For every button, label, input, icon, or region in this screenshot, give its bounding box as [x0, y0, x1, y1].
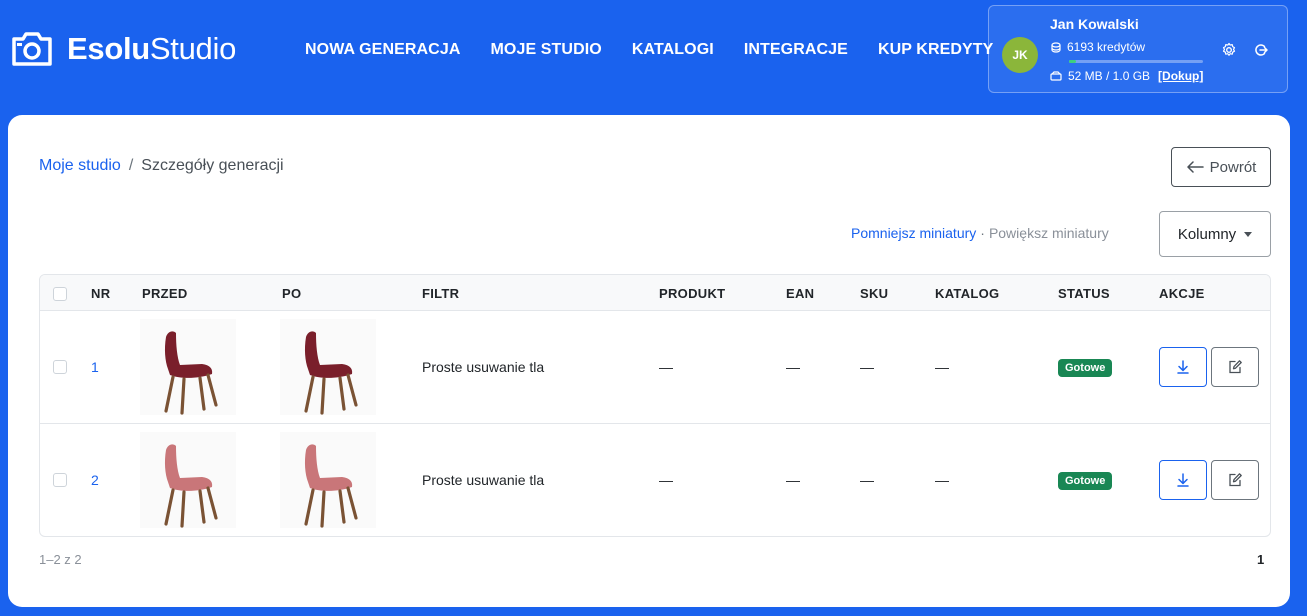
brand-name: EsoluStudio: [67, 31, 237, 66]
brand-logo[interactable]: EsoluStudio: [11, 31, 236, 67]
storage-progress-fill: [1069, 60, 1076, 63]
sku-cell: —: [860, 359, 874, 375]
header-nr[interactable]: NR: [91, 286, 110, 301]
row-checkbox[interactable]: [53, 360, 67, 374]
row-number[interactable]: 2: [91, 472, 99, 488]
status-badge: Gotowe: [1058, 359, 1113, 377]
after-thumbnail[interactable]: [280, 432, 376, 528]
coins-icon: [1051, 41, 1061, 53]
header-actions: AKCJE: [1159, 286, 1205, 301]
header-filter[interactable]: FILTR: [422, 286, 459, 301]
select-all-checkbox[interactable]: [53, 287, 67, 301]
columns-dropdown[interactable]: Kolumny: [1159, 211, 1271, 257]
header-catalog[interactable]: KATALOG: [935, 286, 999, 301]
edit-icon: [1229, 473, 1242, 487]
header-after: PO: [282, 286, 302, 301]
generation-table: NR PRZED PO FILTR PRODUKT EAN SKU KATALO…: [39, 274, 1271, 537]
storage-info: 52 MB / 1.0 GB [Dokup]: [1050, 69, 1203, 83]
credits-info: 6193 kredytów: [1050, 40, 1145, 54]
product-cell: —: [659, 359, 673, 375]
back-button[interactable]: Powrót: [1171, 147, 1271, 187]
after-thumbnail[interactable]: [280, 319, 376, 415]
storage-label: 52 MB / 1.0 GB: [1068, 69, 1151, 83]
chair-image: [164, 444, 218, 528]
camera-icon: [12, 32, 52, 66]
status-badge: Gotowe: [1058, 472, 1113, 490]
thumbnails-larger-link[interactable]: Powiększ miniatury: [989, 225, 1109, 241]
credits-label: 6193 kredytów: [1067, 40, 1146, 54]
breadcrumb: Moje studio / Szczegóły generacji: [39, 157, 284, 175]
before-thumbnail[interactable]: [140, 432, 236, 528]
ean-cell: —: [786, 359, 800, 375]
caret-down-icon: [1244, 231, 1253, 237]
storage-progress: [1069, 60, 1203, 63]
nav-catalogs[interactable]: KATALOGI: [632, 40, 714, 60]
table-row: 2 Proste usuwanie tla — — — — Gotowe: [40, 424, 1270, 536]
user-card: JK Jan Kowalski 6193 kredytów 52 MB / 1.…: [988, 5, 1288, 93]
arrow-left-icon: [1186, 161, 1204, 173]
chair-image: [304, 444, 358, 528]
back-label: Powrót: [1209, 158, 1257, 176]
header-sku[interactable]: SKU: [860, 286, 888, 301]
edit-icon: [1229, 360, 1242, 374]
download-button[interactable]: [1159, 460, 1207, 500]
product-cell: —: [659, 472, 673, 488]
catalog-cell: —: [935, 472, 949, 488]
edit-button[interactable]: [1211, 347, 1259, 387]
filter-cell: Proste usuwanie tla: [422, 472, 545, 488]
pagination-current-page[interactable]: 1: [1257, 552, 1264, 567]
breadcrumb-current: Szczegóły generacji: [141, 157, 284, 174]
thumbnails-smaller-link[interactable]: Pomniejsz miniatury: [851, 225, 976, 241]
row-checkbox[interactable]: [53, 473, 67, 487]
logout-icon[interactable]: [1253, 42, 1269, 58]
thumbnails-separator: ·: [980, 225, 985, 241]
filter-cell: Proste usuwanie tla: [422, 359, 545, 375]
edit-button[interactable]: [1211, 460, 1259, 500]
main-nav: NOWA GENERACJA MOJE STUDIO KATALOGI INTE…: [305, 40, 993, 60]
columns-label: Kolumny: [1177, 225, 1237, 243]
download-button[interactable]: [1159, 347, 1207, 387]
nav-my-studio[interactable]: MOJE STUDIO: [491, 40, 602, 60]
avatar[interactable]: JK: [1002, 37, 1038, 73]
topup-link[interactable]: [Dokup]: [1158, 69, 1203, 83]
gear-icon[interactable]: [1221, 42, 1237, 58]
table-row: 1 Proste usuwanie tla — — — — Gotowe: [40, 311, 1270, 424]
header-status[interactable]: STATUS: [1058, 286, 1110, 301]
download-icon: [1177, 473, 1189, 487]
header-before: PRZED: [142, 286, 188, 301]
breadcrumb-separator: /: [128, 157, 134, 174]
user-name: Jan Kowalski: [1050, 16, 1139, 32]
nav-new-generation[interactable]: NOWA GENERACJA: [305, 40, 461, 60]
top-header: EsoluStudio NOWA GENERACJA MOJE STUDIO K…: [0, 0, 1307, 100]
sku-cell: —: [860, 472, 874, 488]
nav-integrations[interactable]: INTEGRACJE: [744, 40, 848, 60]
row-number[interactable]: 1: [91, 359, 99, 375]
before-thumbnail[interactable]: [140, 319, 236, 415]
nav-buy-credits[interactable]: KUP KREDYTY: [878, 40, 994, 60]
thumbnail-size-controls: Pomniejsz miniatury · Powiększ miniatury: [851, 225, 1109, 241]
table-header: NR PRZED PO FILTR PRODUKT EAN SKU KATALO…: [40, 275, 1270, 311]
header-ean[interactable]: EAN: [786, 286, 814, 301]
catalog-cell: —: [935, 359, 949, 375]
chair-image: [304, 331, 358, 415]
drive-icon: [1050, 71, 1062, 81]
ean-cell: —: [786, 472, 800, 488]
breadcrumb-my-studio[interactable]: Moje studio: [39, 157, 121, 175]
pagination-summary: 1–2 z 2: [39, 552, 82, 567]
download-icon: [1177, 360, 1189, 374]
chair-image: [164, 331, 218, 415]
content-card: Moje studio / Szczegóły generacji Powrót…: [8, 115, 1290, 607]
header-product[interactable]: PRODUKT: [659, 286, 725, 301]
